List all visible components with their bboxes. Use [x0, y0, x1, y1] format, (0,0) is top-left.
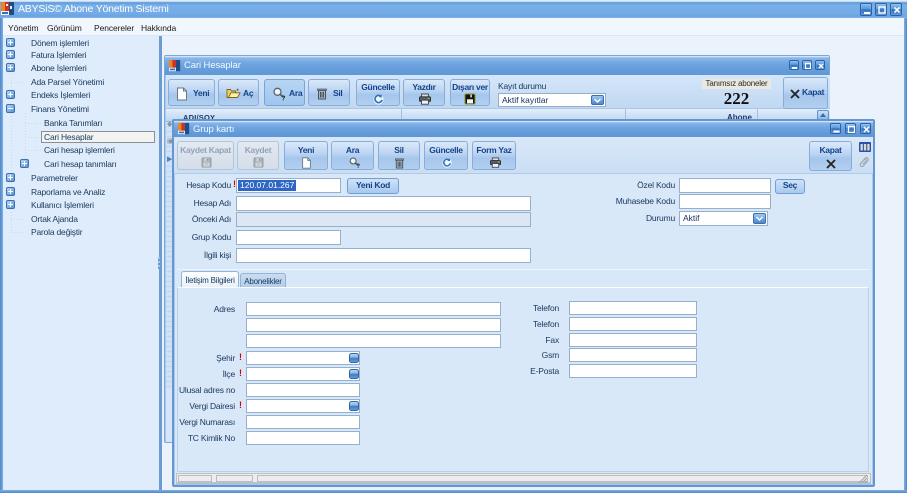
svg-text:?: ? — [281, 96, 285, 102]
svg-text:?: ? — [356, 164, 360, 169]
